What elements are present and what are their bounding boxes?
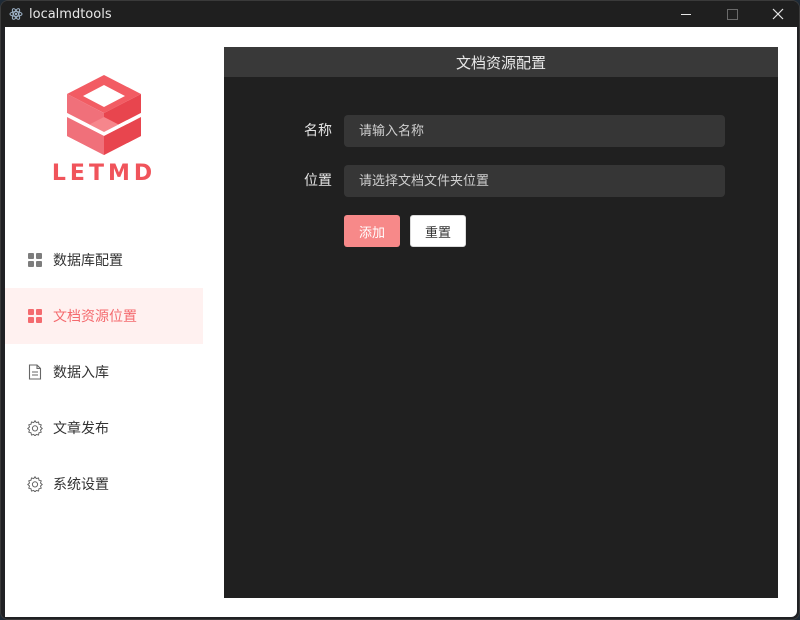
name-row: 名称 (224, 115, 778, 147)
location-input[interactable] (344, 165, 725, 197)
sidebar-item-system-settings[interactable]: 系统设置 (5, 456, 203, 512)
location-row: 位置 (224, 165, 778, 197)
reset-button[interactable]: 重置 (410, 215, 466, 247)
app-client-area: LETMD 数据库配置 文档资源位置 数据入库 文章发布 系统设置 文档资源配置… (5, 27, 797, 617)
sidebar-item-label: 文档资源位置 (53, 309, 137, 325)
sidebar-item-label: 文章发布 (53, 421, 109, 437)
close-icon[interactable] (755, 1, 799, 27)
maximize-icon[interactable] (709, 1, 755, 27)
app-window: localmdtools LETMD 数据库配置 文档资源位置 数据入库 文章发… (0, 0, 800, 620)
sidebar-item-document-location[interactable]: 文档资源位置 (5, 288, 203, 344)
document-icon (27, 364, 43, 380)
sidebar-item-data-import[interactable]: 数据入库 (5, 344, 203, 400)
name-input[interactable] (344, 115, 725, 147)
location-label: 位置 (304, 173, 332, 189)
window-title: localmdtools (29, 6, 112, 22)
window-controls (663, 1, 799, 27)
atom-icon (9, 7, 23, 21)
minimize-icon[interactable] (663, 1, 709, 27)
page-title: 文档资源配置 (224, 47, 778, 77)
sidebar-item-label: 系统设置 (53, 477, 109, 493)
name-label: 名称 (304, 123, 332, 139)
sidebar-item-label: 数据入库 (53, 365, 109, 381)
sidebar: LETMD 数据库配置 文档资源位置 数据入库 文章发布 系统设置 (5, 27, 203, 617)
gear-icon (27, 476, 43, 492)
main-panel: 文档资源配置 名称 位置 添加 重置 (224, 47, 778, 598)
title-bar[interactable]: localmdtools (1, 1, 799, 27)
gear-icon (27, 420, 43, 436)
brand-name: LETMD (51, 161, 157, 186)
sidebar-item-database-config[interactable]: 数据库配置 (5, 232, 203, 288)
grid-icon (27, 252, 43, 268)
sidebar-item-label: 数据库配置 (53, 253, 123, 269)
isometric-cube-logo (61, 72, 147, 158)
grid-icon (27, 308, 43, 324)
add-button[interactable]: 添加 (344, 215, 400, 247)
sidebar-item-article-publish[interactable]: 文章发布 (5, 400, 203, 456)
